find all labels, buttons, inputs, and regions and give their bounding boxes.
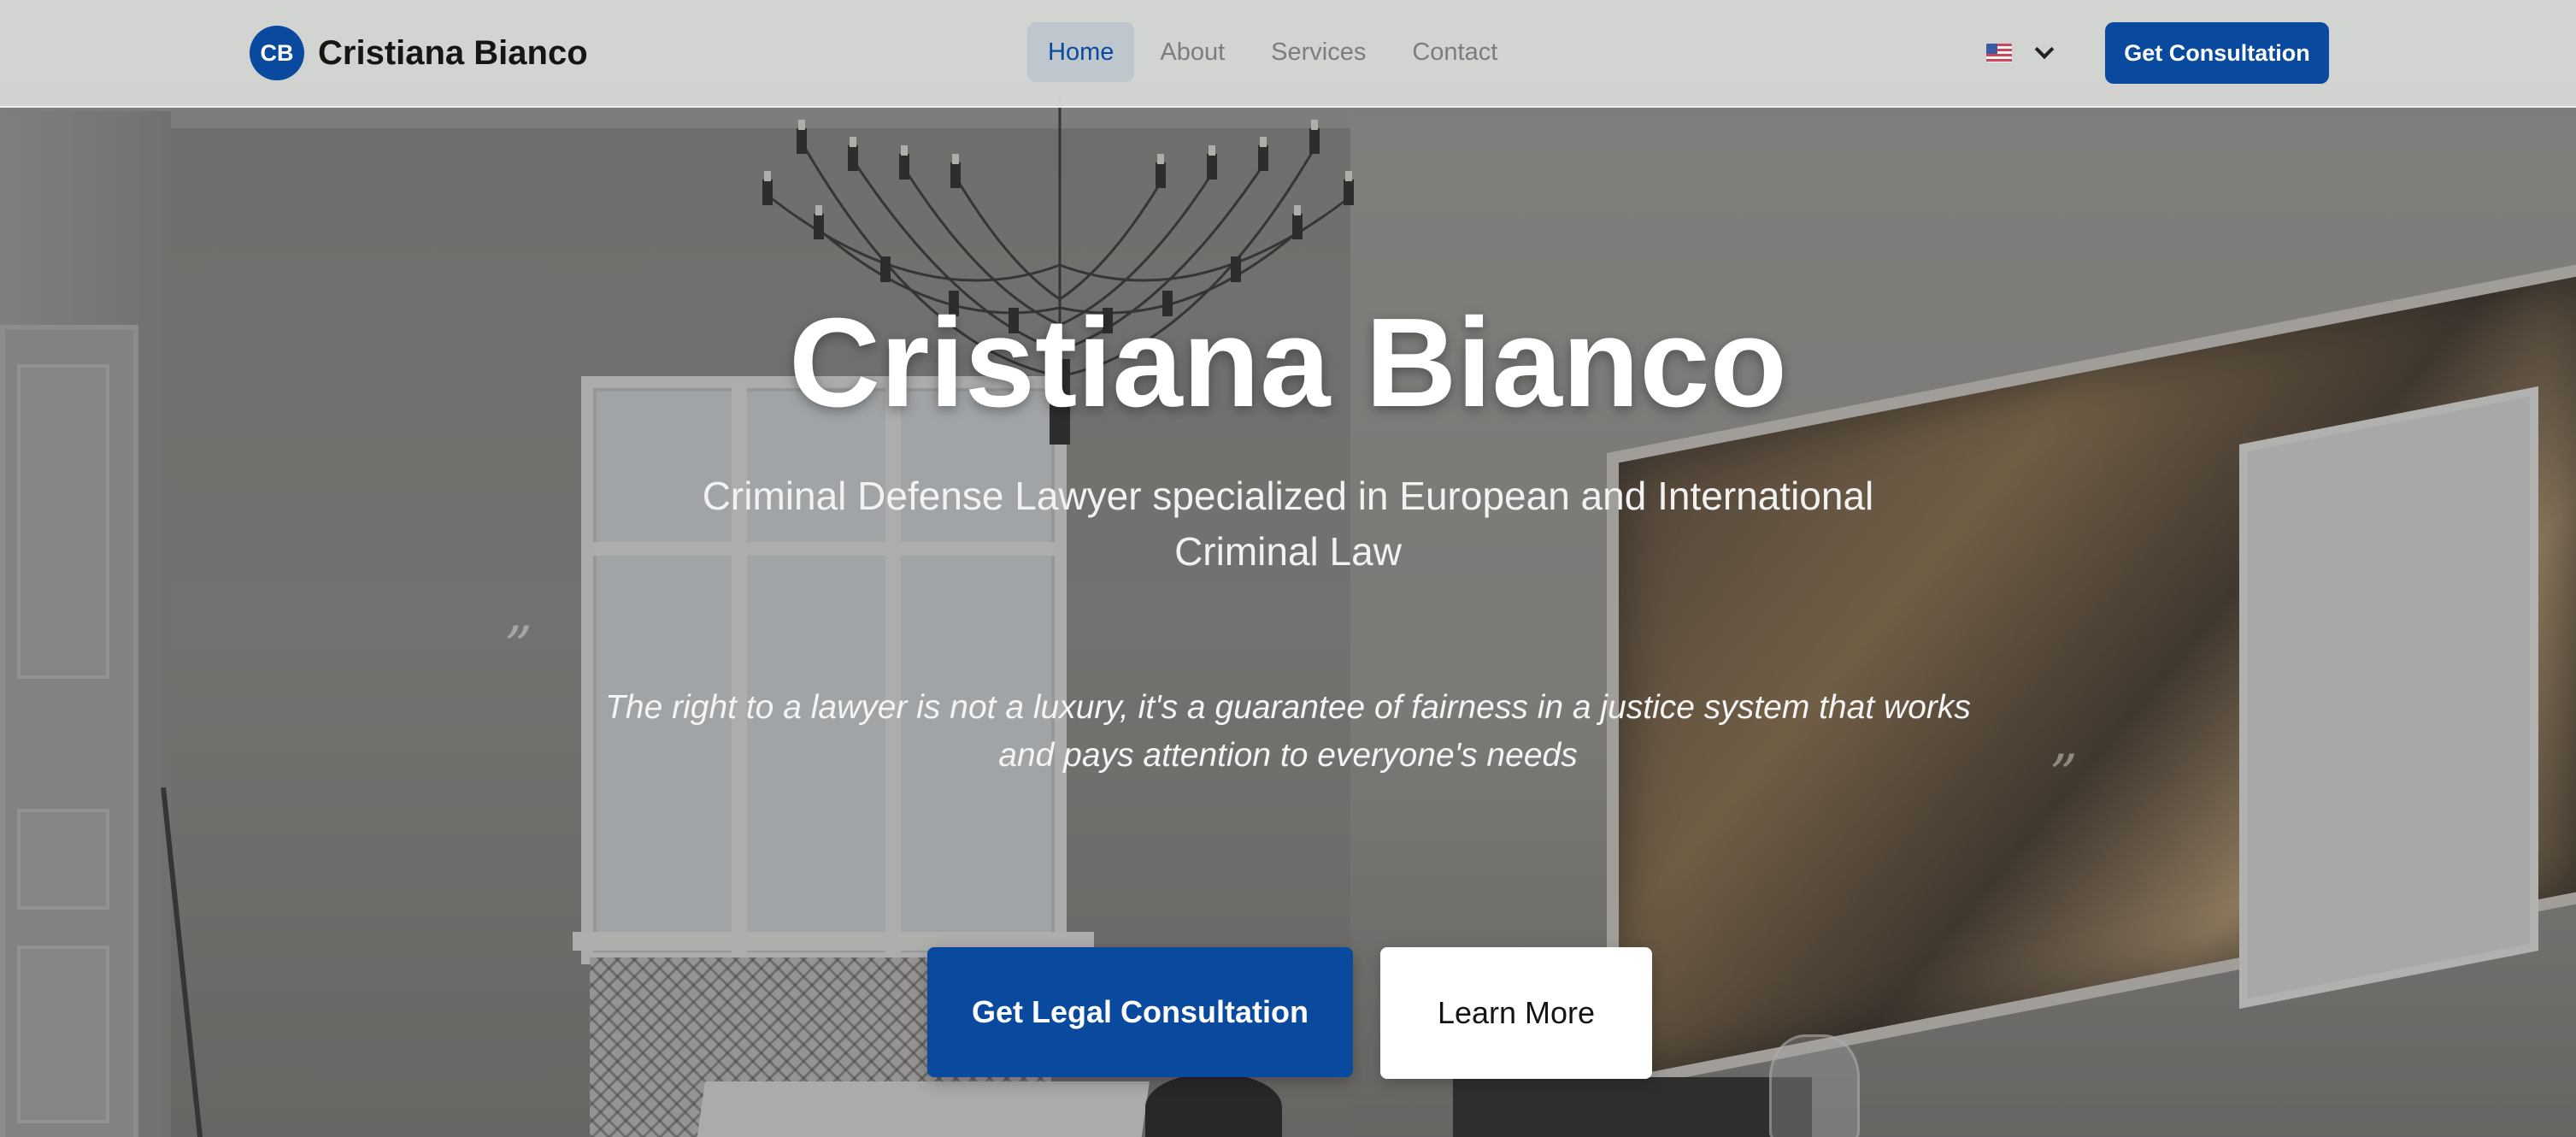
hero-title: Cristiana Bianco xyxy=(789,292,1787,433)
quote-close-icon: ” xyxy=(2050,744,2078,807)
main-nav: Home About Services Contact xyxy=(1027,22,1523,82)
quote-open-icon: ” xyxy=(504,616,532,679)
nav-contact[interactable]: Contact xyxy=(1391,22,1518,82)
site-header: CB Cristiana Bianco Home About Services … xyxy=(0,0,2576,108)
language-selector[interactable] xyxy=(1986,36,2055,70)
hero-subtitle: Criminal Defense Lawyer specialized in E… xyxy=(702,474,1874,574)
us-flag-icon xyxy=(1986,44,2012,62)
logo-name: Cristiana Bianco xyxy=(318,33,588,72)
nav-home[interactable]: Home xyxy=(1027,22,1135,82)
hero-quote: The right to a lawyer is not a luxury, i… xyxy=(605,689,1971,774)
get-consultation-button[interactable]: Get Consultation xyxy=(2105,22,2329,84)
nav-about[interactable]: About xyxy=(1139,22,1245,82)
get-legal-consultation-button[interactable]: Get Legal Consultation xyxy=(927,947,1353,1077)
nav-services[interactable]: Services xyxy=(1250,22,1386,82)
logo[interactable]: CB Cristiana Bianco xyxy=(250,25,588,81)
page: CB Cristiana Bianco Home About Services … xyxy=(0,0,2576,1137)
logo-badge: CB xyxy=(250,26,304,80)
learn-more-button[interactable]: Learn More xyxy=(1380,947,1652,1079)
chevron-down-icon xyxy=(2034,39,2055,60)
